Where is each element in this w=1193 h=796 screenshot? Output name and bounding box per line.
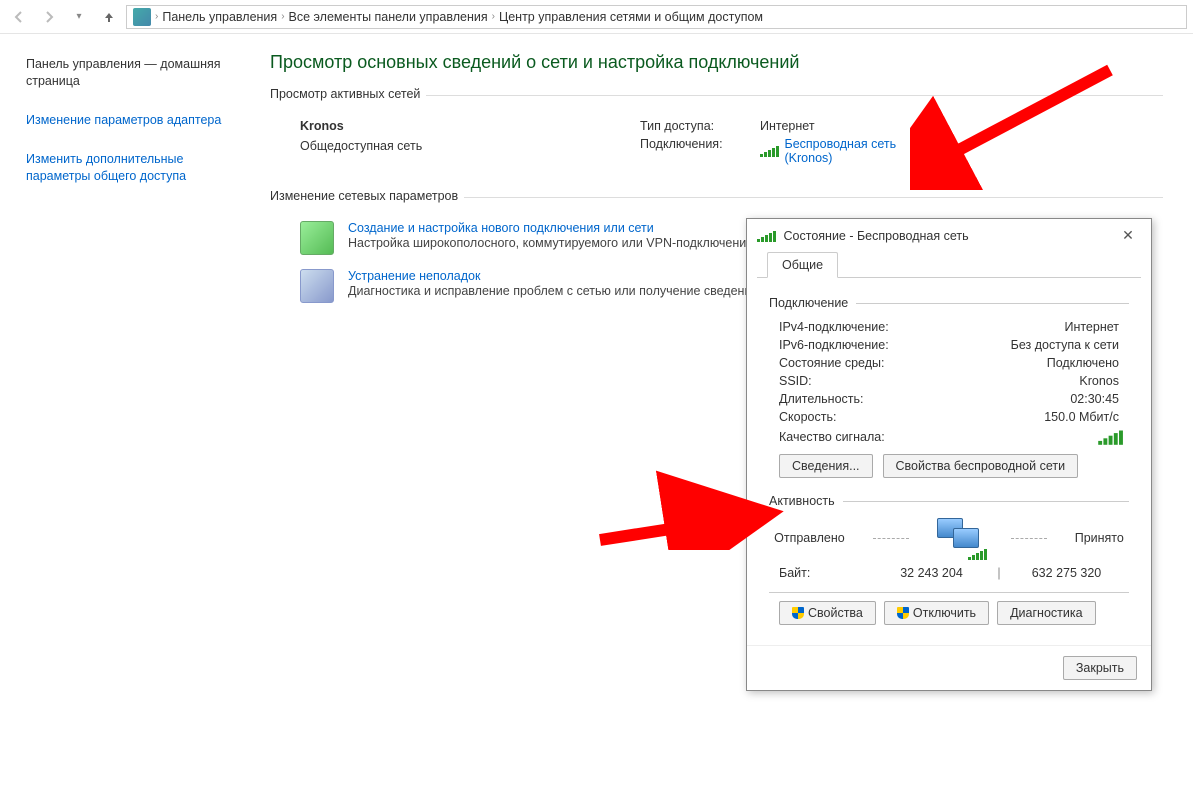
page-title: Просмотр основных сведений о сети и наст…: [270, 52, 1163, 73]
ipv4-value: Интернет: [1064, 320, 1119, 334]
ipv4-label: IPv4-подключение:: [779, 320, 889, 334]
wifi-bars-icon: [760, 145, 779, 157]
close-dialog-button[interactable]: Закрыть: [1063, 656, 1137, 680]
connections-label: Подключения:: [640, 137, 760, 165]
duration-label: Длительность:: [779, 392, 864, 406]
troubleshoot-icon: [300, 269, 334, 303]
forward-button[interactable]: [36, 4, 62, 30]
sidebar: Панель управления — домашняя страница Из…: [0, 34, 260, 796]
task-title[interactable]: Создание и настройка нового подключения …: [348, 221, 654, 235]
media-state-label: Состояние среды:: [779, 356, 884, 370]
sent-label: Отправлено: [774, 531, 845, 545]
breadcrumb[interactable]: › Панель управления › Все элементы панел…: [126, 5, 1187, 29]
ssid-label: SSID:: [779, 374, 812, 388]
dialog-title: Состояние - Беспроводная сеть: [784, 229, 1108, 243]
shield-icon: [792, 607, 804, 619]
monitors-icon: [937, 518, 983, 558]
ssid-value: Kronos: [1079, 374, 1119, 388]
task-title[interactable]: Устранение неполадок: [348, 269, 480, 283]
media-state-value: Подключено: [1047, 356, 1119, 370]
bytes-label: Байт:: [779, 566, 879, 580]
bytes-sent: 32 243 204: [879, 566, 984, 580]
connection-link[interactable]: Беспроводная сеть (Kronos): [785, 137, 935, 165]
duration-value: 02:30:45: [1070, 392, 1119, 406]
network-name: Kronos: [300, 119, 640, 133]
navbar: ▾ › Панель управления › Все элементы пан…: [0, 0, 1193, 34]
activity-group-label: Активность: [769, 494, 1129, 508]
ipv6-value: Без доступа к сети: [1011, 338, 1119, 352]
breadcrumb-item[interactable]: Центр управления сетями и общим доступом: [499, 10, 763, 24]
close-button[interactable]: ✕: [1115, 227, 1141, 244]
breadcrumb-item[interactable]: Все элементы панели управления: [289, 10, 488, 24]
disable-button[interactable]: Отключить: [884, 601, 989, 625]
signal-label: Качество сигнала:: [779, 430, 885, 444]
bytes-received: 632 275 320: [1014, 566, 1119, 580]
sidebar-home[interactable]: Панель управления — домашняя страница: [26, 56, 250, 90]
ipv6-label: IPv6-подключение:: [779, 338, 889, 352]
shield-icon: [897, 607, 909, 619]
back-button[interactable]: [6, 4, 32, 30]
active-network: Kronos Общедоступная сеть Тип доступа: И…: [300, 119, 1163, 169]
wireless-properties-button[interactable]: Свойства беспроводной сети: [883, 454, 1079, 478]
new-connection-icon: [300, 221, 334, 255]
network-profile: Общедоступная сеть: [300, 139, 640, 153]
connection-group-label: Подключение: [769, 296, 1129, 310]
active-networks-heading: Просмотр активных сетей: [270, 87, 1163, 105]
activity-graphic: Отправлено Принято: [769, 518, 1129, 558]
control-panel-icon: [133, 8, 151, 26]
recent-button[interactable]: ▾: [66, 4, 92, 30]
sidebar-adapter-settings[interactable]: Изменение параметров адаптера: [26, 112, 250, 129]
dialog-tabs: Общие: [757, 252, 1141, 278]
change-settings-heading: Изменение сетевых параметров: [270, 189, 1163, 207]
wifi-bars-icon: [757, 230, 776, 242]
dialog-titlebar[interactable]: Состояние - Беспроводная сеть ✕: [747, 219, 1151, 252]
access-type-label: Тип доступа:: [640, 119, 760, 133]
status-dialog: Состояние - Беспроводная сеть ✕ Общие По…: [746, 218, 1152, 691]
access-type-value: Интернет: [760, 119, 815, 133]
properties-button[interactable]: Свойства: [779, 601, 876, 625]
recv-label: Принято: [1075, 531, 1124, 545]
tab-general[interactable]: Общие: [767, 252, 838, 278]
breadcrumb-item[interactable]: Панель управления: [162, 10, 277, 24]
diagnose-button[interactable]: Диагностика: [997, 601, 1095, 625]
up-button[interactable]: [96, 4, 122, 30]
signal-strength-icon: [1098, 429, 1122, 445]
speed-value: 150.0 Мбит/с: [1044, 410, 1119, 424]
speed-label: Скорость:: [779, 410, 836, 424]
sidebar-sharing-settings[interactable]: Изменить дополнительные параметры общего…: [26, 151, 250, 185]
details-button[interactable]: Сведения...: [779, 454, 873, 478]
